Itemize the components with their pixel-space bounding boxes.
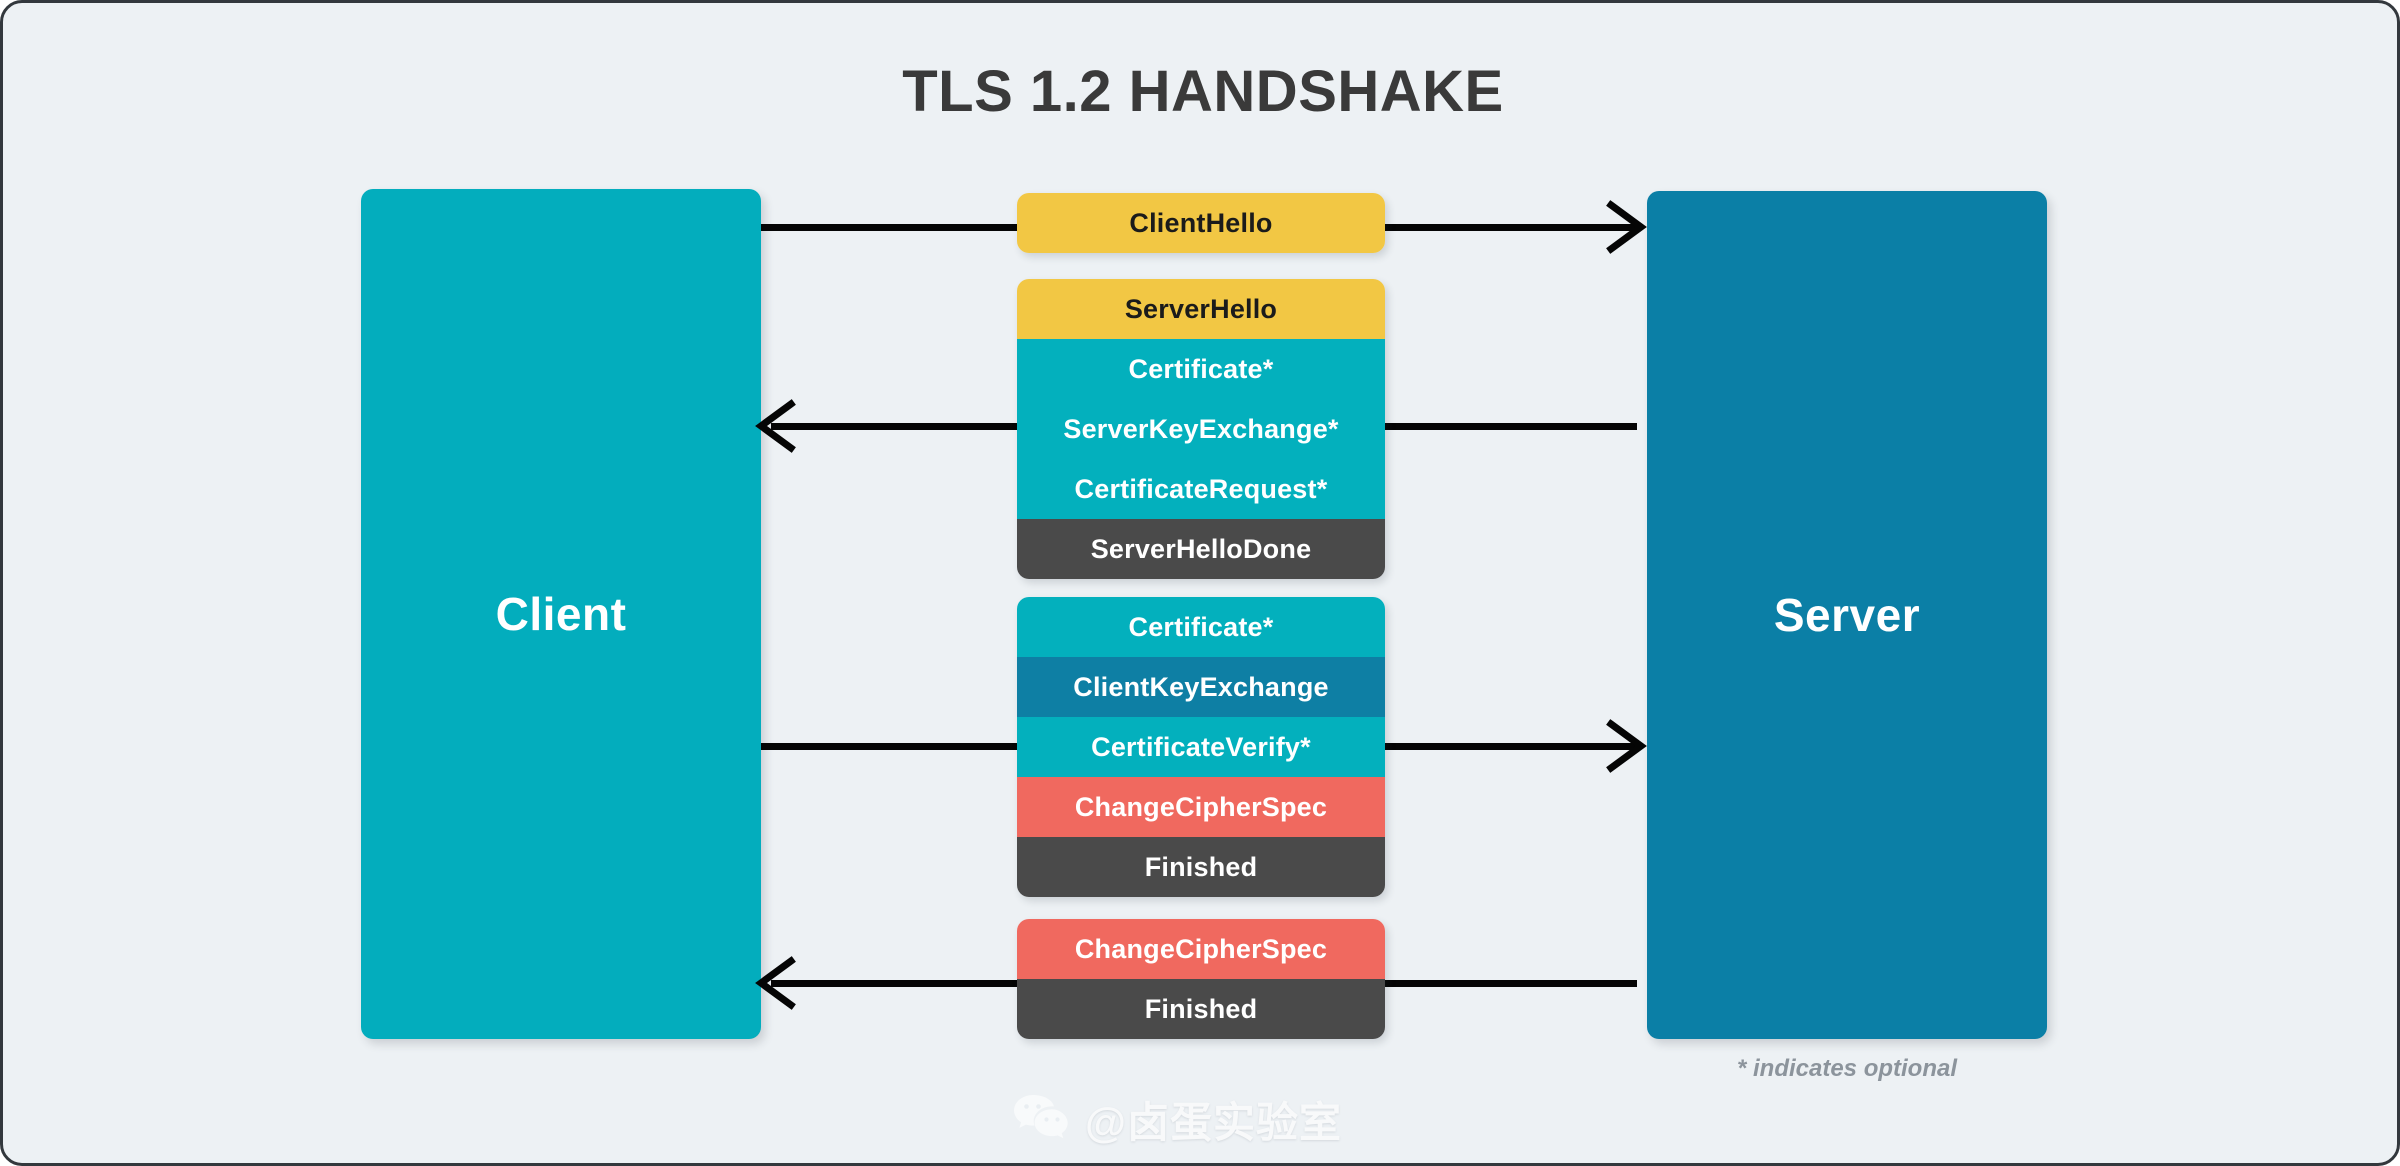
arrow-head-left-flow-4: [755, 955, 799, 1011]
arrow-line-flow-4-right: [1385, 980, 1637, 987]
arrow-line-flow-2-right: [1385, 423, 1637, 430]
diagram-canvas: TLS 1.2 HANDSHAKE Client Server ClientHe…: [0, 0, 2400, 1166]
wechat-icon: [1013, 1093, 1071, 1146]
watermark-text: @卤蛋实验室: [1085, 1099, 1342, 1146]
message-group-flow-3: Certificate* ClientKeyExchange Certifica…: [1017, 597, 1385, 897]
server-column: Server: [1647, 191, 2047, 1039]
message-changecipherspec-server: ChangeCipherSpec: [1017, 919, 1385, 979]
optional-footnote: * indicates optional: [1736, 1055, 1958, 1082]
message-finished-server: Finished: [1017, 979, 1385, 1039]
arrow-line-flow-1-left: [761, 224, 1019, 231]
arrow-line-flow-3-left: [761, 743, 1019, 750]
arrow-line-flow-1-right: [1385, 224, 1637, 231]
message-certificaterequest: CertificateRequest*: [1017, 459, 1385, 519]
arrow-head-right-flow-3: [1603, 718, 1647, 774]
message-clientkeyexchange: ClientKeyExchange: [1017, 657, 1385, 717]
arrow-head-right-flow-1: [1603, 199, 1647, 255]
message-certificate-client: Certificate*: [1017, 597, 1385, 657]
message-group-flow-4: ChangeCipherSpec Finished: [1017, 919, 1385, 1039]
message-serverkeyexchange: ServerKeyExchange*: [1017, 399, 1385, 459]
message-clienthello: ClientHello: [1017, 193, 1385, 253]
page-title: TLS 1.2 HANDSHAKE: [902, 59, 1504, 124]
arrow-line-flow-4-left: [771, 980, 1019, 987]
arrow-line-flow-3-right: [1385, 743, 1637, 750]
message-finished-client: Finished: [1017, 837, 1385, 897]
client-column: Client: [361, 189, 761, 1039]
message-changecipherspec-client: ChangeCipherSpec: [1017, 777, 1385, 837]
client-label: Client: [495, 588, 627, 640]
message-serverhello: ServerHello: [1017, 279, 1385, 339]
message-serverhellodone: ServerHelloDone: [1017, 519, 1385, 579]
message-group-flow-2: ServerHello Certificate* ServerKeyExchan…: [1017, 279, 1385, 579]
server-label: Server: [1773, 589, 1921, 641]
message-certificateverify: CertificateVerify*: [1017, 717, 1385, 777]
arrow-line-flow-2-left: [771, 423, 1019, 430]
arrow-head-left-flow-2: [755, 398, 799, 454]
message-group-flow-1: ClientHello: [1017, 193, 1385, 253]
message-certificate-server: Certificate*: [1017, 339, 1385, 399]
watermark: @卤蛋实验室: [1013, 1089, 1342, 1150]
